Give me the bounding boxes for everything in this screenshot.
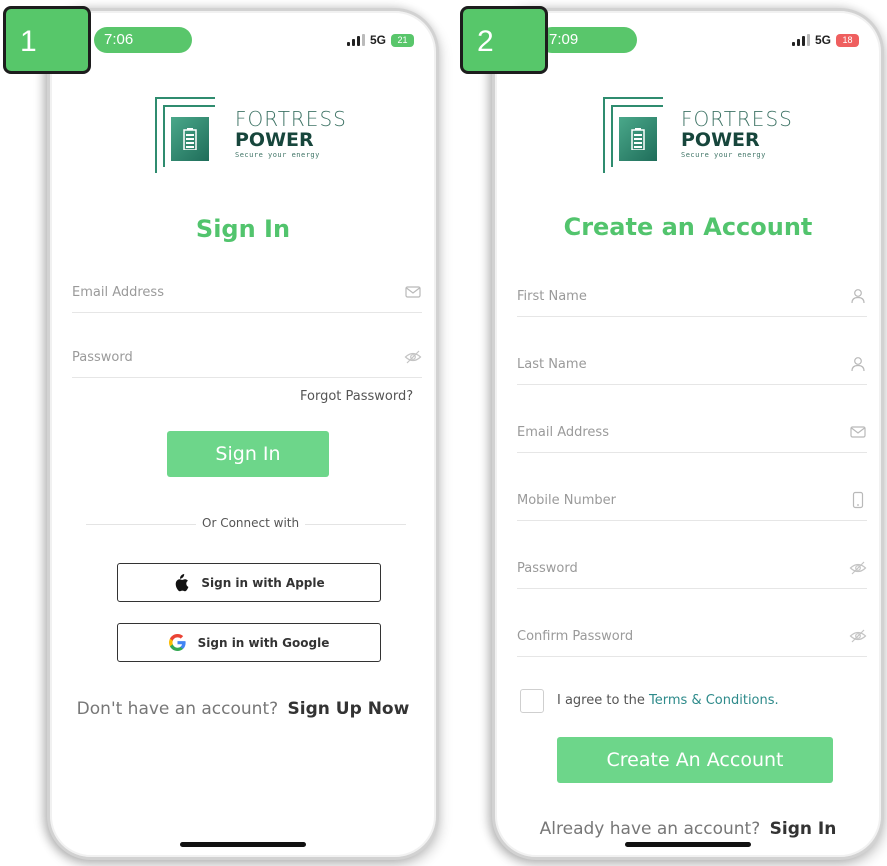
email-field[interactable]: Email Address	[72, 281, 422, 313]
email-field[interactable]: Email Address	[517, 421, 867, 453]
password-field-label: Password	[72, 350, 133, 365]
battery-level: 21	[397, 34, 408, 45]
logo-wordmark: FORTRESS POWER Secure your energy	[235, 107, 347, 159]
signin-prompt: Already have an account? Sign In	[495, 819, 881, 839]
phone-icon	[852, 491, 864, 509]
create-account-screen: 7:09 5G 18 FORTRESS POWER Secure your en…	[492, 8, 884, 860]
apple-icon	[176, 573, 189, 591]
agree-label: I agree to the	[557, 693, 645, 708]
google-icon	[168, 634, 186, 651]
battery-icon: 18	[836, 33, 859, 47]
email-field-label: Email Address	[72, 285, 164, 300]
logo-mark	[155, 97, 219, 173]
mobile-number-label: Mobile Number	[517, 493, 616, 508]
sign-in-button[interactable]: Sign In	[167, 431, 329, 477]
step-number: 1	[20, 25, 37, 58]
forgot-password-link[interactable]: Forgot Password?	[300, 389, 413, 404]
or-connect-label: Or Connect with	[196, 516, 306, 530]
step-badge-2: 2	[460, 6, 548, 74]
logo-mark	[603, 97, 667, 173]
network-label: 5G	[814, 33, 831, 47]
brand-logo: FORTRESS POWER Secure your energy	[495, 91, 881, 181]
battery-icon: 21	[391, 33, 414, 47]
home-indicator[interactable]	[625, 842, 751, 847]
signin-prompt-text: Already have an account?	[539, 819, 761, 839]
sign-in-google-button[interactable]: Sign in with Google	[117, 623, 381, 662]
logo-line1: FORTRESS	[235, 107, 347, 131]
mail-icon	[850, 426, 866, 438]
agree-terms-text: I agree to the Terms & Conditions.	[557, 693, 779, 708]
eye-off-icon[interactable]	[849, 627, 867, 645]
status-time: 7:09	[539, 27, 637, 53]
first-name-field[interactable]: First Name	[517, 285, 867, 317]
sign-in-apple-button[interactable]: Sign in with Apple	[117, 563, 381, 602]
sign-up-now-link[interactable]: Sign Up Now	[288, 699, 410, 719]
mobile-number-field[interactable]: Mobile Number	[517, 489, 867, 521]
signin-screen: 7:06 5G 21 FORTRESS POWER Secure your en…	[47, 8, 439, 860]
signup-prompt: Don't have an account? Sign Up Now	[50, 699, 436, 719]
status-bar: 7:06 5G 21	[50, 27, 436, 57]
password-field[interactable]: Password	[517, 557, 867, 589]
battery-logo-icon	[619, 117, 657, 161]
mail-icon	[405, 286, 421, 298]
network-label: 5G	[369, 33, 386, 47]
password-field[interactable]: Password	[72, 346, 422, 378]
terms-link[interactable]: Terms & Conditions.	[649, 693, 779, 708]
sign-in-link[interactable]: Sign In	[770, 819, 837, 839]
signup-prompt-text: Don't have an account?	[76, 699, 279, 719]
status-time: 7:06	[94, 27, 192, 53]
last-name-label: Last Name	[517, 357, 587, 372]
first-name-label: First Name	[517, 289, 587, 304]
logo-tagline: Secure your energy	[235, 151, 320, 159]
home-indicator[interactable]	[180, 842, 306, 847]
signal-icon	[346, 34, 365, 46]
user-icon	[851, 289, 865, 304]
status-indicators: 5G 18	[791, 33, 859, 47]
terms-checkbox[interactable]	[520, 689, 544, 713]
apple-button-label: Sign in with Apple	[201, 575, 325, 590]
status-indicators: 5G 21	[346, 33, 414, 47]
logo-line2: POWER	[235, 129, 314, 151]
eye-off-icon[interactable]	[849, 559, 867, 577]
confirm-password-field[interactable]: Confirm Password	[517, 625, 867, 657]
brand-logo: FORTRESS POWER Secure your energy	[50, 91, 436, 181]
battery-logo-icon	[171, 117, 209, 161]
status-bar: 7:09 5G 18	[495, 27, 881, 57]
eye-off-icon[interactable]	[404, 348, 422, 366]
password-field-label: Password	[517, 561, 578, 576]
logo-line1: FORTRESS	[681, 107, 793, 131]
logo-tagline: Secure your energy	[681, 151, 766, 159]
confirm-password-label: Confirm Password	[517, 629, 634, 644]
step-badge-1: 1	[3, 6, 91, 74]
battery-level: 18	[842, 34, 853, 45]
page-title: Sign In	[195, 215, 291, 243]
logo-line2: POWER	[681, 129, 760, 151]
step-number: 2	[477, 25, 494, 58]
last-name-field[interactable]: Last Name	[517, 353, 867, 385]
create-account-button[interactable]: Create An Account	[557, 737, 833, 783]
user-icon	[851, 357, 865, 372]
signal-icon	[791, 34, 810, 46]
logo-wordmark: FORTRESS POWER Secure your energy	[681, 107, 793, 159]
page-title: Create an Account	[563, 213, 813, 241]
google-button-label: Sign in with Google	[197, 635, 330, 650]
email-field-label: Email Address	[517, 425, 609, 440]
